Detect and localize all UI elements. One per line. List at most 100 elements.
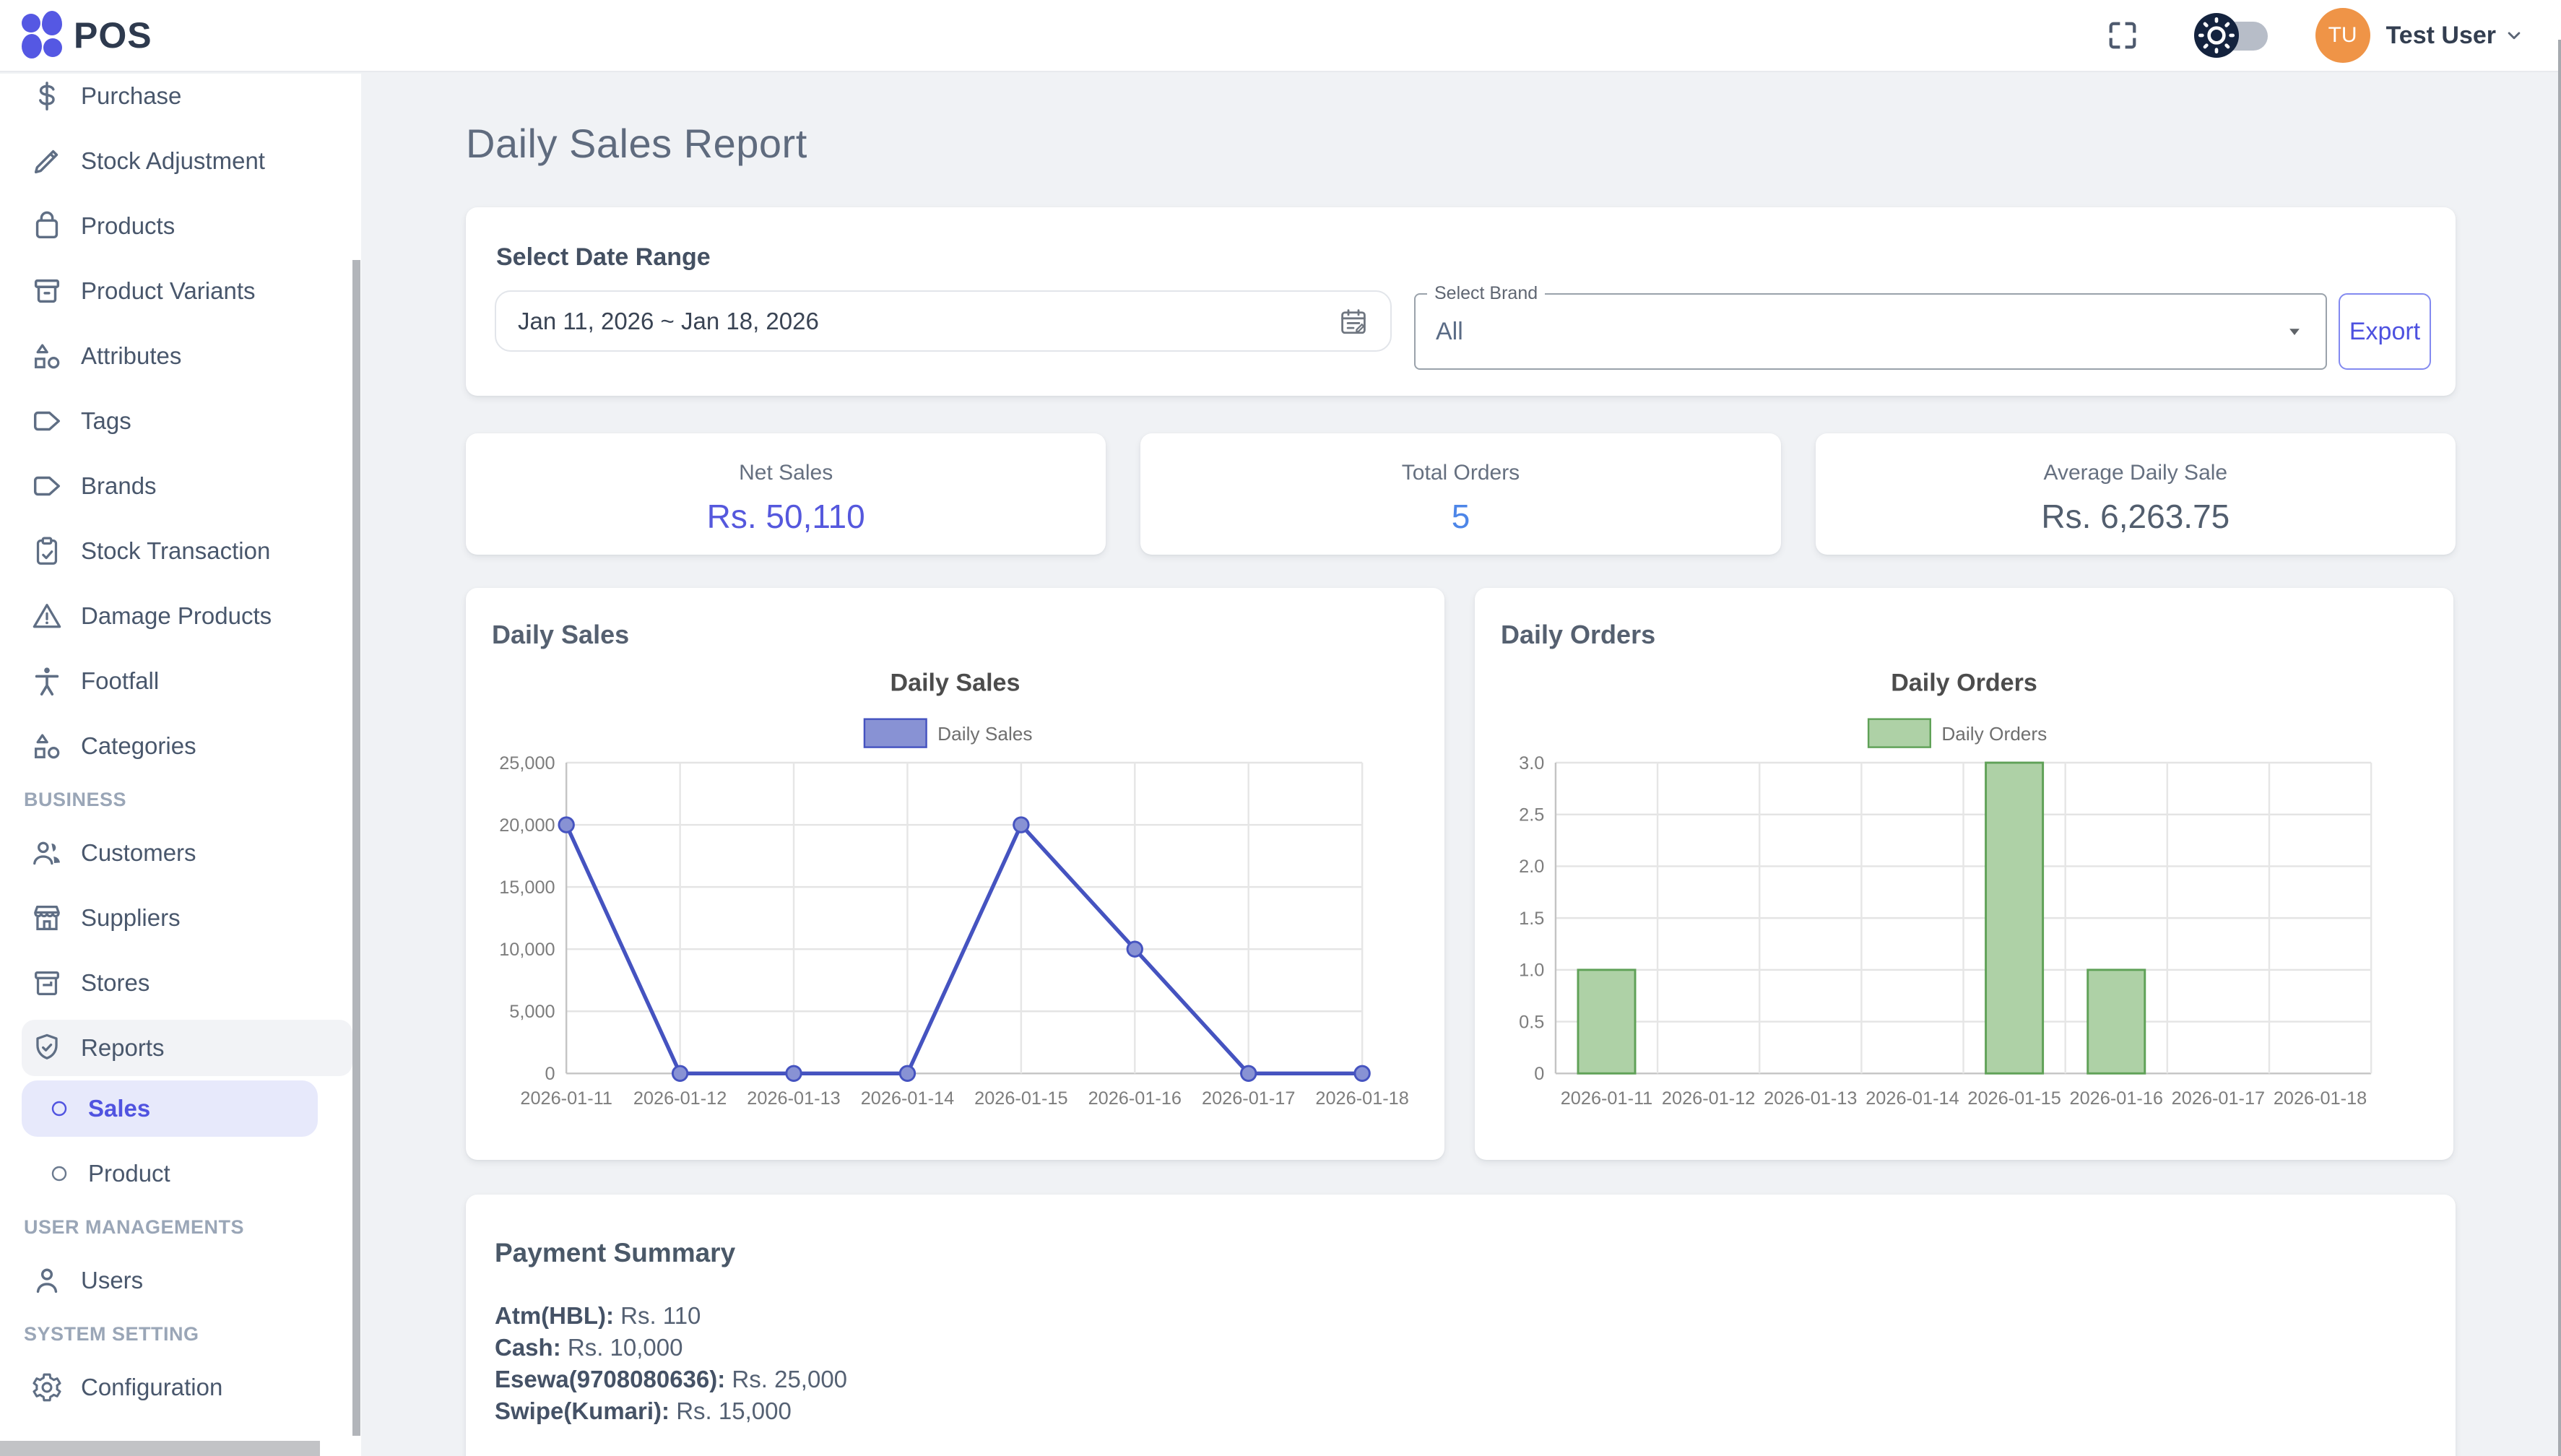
user-name[interactable]: Test User [2386,22,2496,50]
stat-card-net-sales: Net Sales Rs. 50,110 [466,433,1106,555]
svg-text:2.5: 2.5 [1519,805,1544,825]
svg-text:Daily Orders: Daily Orders [1941,723,2047,745]
svg-text:2026-01-15: 2026-01-15 [974,1088,1067,1109]
export-button[interactable]: Export [2339,293,2431,370]
payment-summary-title: Payment Summary [495,1238,2427,1268]
sidebar-item-brands[interactable]: Brands [0,454,361,519]
sidebar-vertical-scrollbar[interactable] [352,260,360,1436]
caret-down-icon [2284,321,2305,342]
svg-text:2026-01-13: 2026-01-13 [747,1088,840,1109]
svg-text:2026-01-11: 2026-01-11 [520,1088,612,1109]
sidebar-item-label: Product [88,1160,170,1187]
payment-summary-card: Payment Summary Atm(HBL): Rs. 110 Cash: … [466,1195,2456,1456]
app-name: POS [74,14,152,56]
app-logo[interactable]: POS [0,11,152,60]
sidebar-horizontal-scrollbar[interactable] [0,1441,320,1456]
sidebar-item-customers[interactable]: Customers [0,820,361,885]
stat-label: Total Orders [1402,461,1520,485]
sidebar-item-product[interactable]: Product [0,1141,361,1206]
svg-text:2026-01-17: 2026-01-17 [2172,1088,2265,1109]
date-range-value: Jan 11, 2026 ~ Jan 18, 2026 [518,308,1338,335]
payment-entry-label: Atm(HBL): [495,1302,614,1329]
avatar[interactable]: TU [2315,8,2370,63]
stat-value: Rs. 6,263.75 [2041,497,2230,536]
svg-text:0: 0 [1534,1064,1544,1084]
svg-text:Daily Sales: Daily Sales [937,723,1032,745]
circle-icon [51,1165,68,1182]
payment-entry-value: Rs. 110 [620,1302,701,1329]
sidebar-item-footfall[interactable]: Footfall [0,649,361,714]
svg-text:2026-01-11: 2026-01-11 [1561,1088,1653,1109]
brand-select-label: Select Brand [1427,283,1545,304]
svg-text:1.5: 1.5 [1519,909,1544,929]
sidebar-item-configuration[interactable]: Configuration [0,1355,361,1420]
storefront-icon [30,901,64,935]
date-range-input[interactable]: Jan 11, 2026 ~ Jan 18, 2026 [495,290,1392,352]
sidebar-item-suppliers[interactable]: Suppliers [0,885,361,950]
sidebar-item-damage-products[interactable]: Damage Products [0,584,361,649]
main-content: Daily Sales Report Select Date Range Jan… [361,74,2561,1456]
chevron-down-icon[interactable] [2503,25,2525,46]
daily-sales-chart: Daily SalesDaily Sales05,00010,00015,000… [490,657,1420,1134]
shield-check-icon [30,1031,64,1065]
daily-orders-card-title: Daily Orders [1501,620,2429,650]
payment-entry-label: Esewa(9708080636): [495,1366,725,1392]
fullscreen-icon[interactable] [2106,19,2139,52]
svg-text:2026-01-12: 2026-01-12 [1662,1088,1755,1109]
brand-select[interactable]: Select Brand All [1414,293,2327,370]
sidebar-item-products[interactable]: Products [0,194,361,259]
sidebar-item-stock-transaction[interactable]: Stock Transaction [0,519,361,584]
sidebar-item-tags[interactable]: Tags [0,389,361,454]
svg-text:20,000: 20,000 [499,815,555,836]
payment-total: Gross Sales: Rs. 50,110 [495,1450,2427,1456]
sidebar-item-users[interactable]: Users [0,1248,361,1313]
filter-row: Jan 11, 2026 ~ Jan 18, 2026 Select Brand… [495,290,2431,370]
calendar-icon[interactable] [1338,306,1369,337]
sidebar-item-purchase[interactable]: Purchase [0,74,361,129]
sidebar-item-label: Attributes [81,342,181,370]
sidebar-item-reports[interactable]: Reports [22,1020,352,1076]
sidebar-item-label: Footfall [81,667,159,695]
shapes-icon [30,729,64,763]
stat-value: Rs. 50,110 [707,497,865,536]
svg-text:Daily Orders: Daily Orders [1891,670,2037,697]
person-standing-icon [30,664,64,698]
sidebar-section-business: BUSINESS [0,779,361,820]
window-scrollbar[interactable] [2558,40,2561,1456]
header-actions: TU Test User [2106,8,2561,63]
sidebar-item-stock-adjustment[interactable]: Stock Adjustment [0,129,361,194]
sidebar-item-label: Brands [81,472,157,500]
dollar-icon [30,79,64,113]
sidebar-item-label: Stock Transaction [81,537,270,565]
sidebar-item-categories[interactable]: Categories [0,714,361,779]
sidebar-item-sales[interactable]: Sales [22,1080,318,1137]
top-header: POS TU Test User [0,0,2561,72]
pos-app: POS TU Test User Purchase Stock Adjustme… [0,0,2561,1456]
filter-card: Select Date Range Jan 11, 2026 ~ Jan 18,… [466,207,2456,396]
stat-label: Net Sales [739,461,833,485]
date-range-label: Select Date Range [496,243,2431,272]
sidebar-item-label: Configuration [81,1374,222,1401]
sidebar-item-attributes[interactable]: Attributes [0,324,361,389]
svg-text:2026-01-15: 2026-01-15 [1967,1088,2060,1109]
svg-text:3.0: 3.0 [1519,753,1544,774]
sidebar-item-label: Product Variants [81,277,256,305]
sun-icon [2194,13,2239,58]
gear-icon [30,1371,64,1404]
sidebar-item-product-variants[interactable]: Product Variants [0,259,361,324]
charts-row: Daily Sales Daily SalesDaily Sales05,000… [466,588,2456,1160]
svg-text:2026-01-18: 2026-01-18 [1315,1088,1408,1109]
payment-entry: Esewa(9708080636): Rs. 25,000 [495,1364,2427,1395]
sidebar-item-label: Categories [81,732,196,760]
theme-toggle[interactable] [2194,12,2269,58]
shopping-bag-icon [30,209,64,243]
svg-text:0: 0 [545,1064,555,1084]
sidebar-item-stores[interactable]: Stores [0,950,361,1015]
sidebar-item-label: Damage Products [81,602,272,630]
sidebar-item-label: Stores [81,969,150,997]
stats-row: Net Sales Rs. 50,110 Total Orders 5 Aver… [466,433,2456,555]
tag-icon [30,404,64,438]
circle-icon [51,1100,68,1117]
payment-entry-value: Rs. 15,000 [676,1398,792,1424]
payment-entry-value: Rs. 10,000 [568,1334,683,1361]
